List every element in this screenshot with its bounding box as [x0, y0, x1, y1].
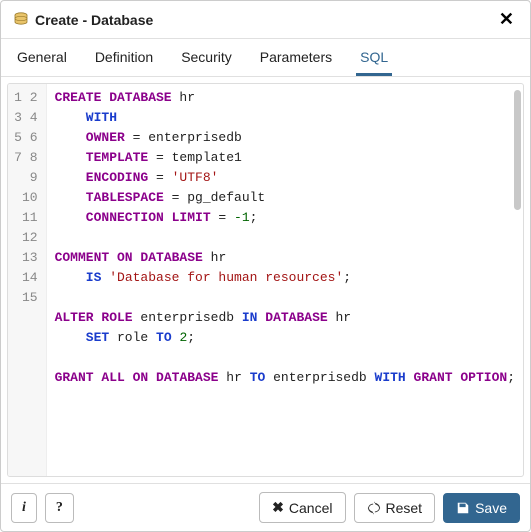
save-label: Save [475, 500, 507, 516]
editor-wrap: 1 2 3 4 5 6 7 8 9 10 11 12 13 14 15 CREA… [1, 77, 530, 483]
cancel-button[interactable]: ✖ Cancel [259, 492, 345, 523]
titlebar: Create - Database ✕ [1, 1, 530, 39]
recycle-icon [367, 501, 381, 515]
close-icon: ✕ [499, 9, 514, 29]
create-database-dialog: Create - Database ✕ General Definition S… [0, 0, 531, 532]
help-icon: ? [56, 500, 63, 516]
save-button[interactable]: Save [443, 493, 520, 523]
code-area[interactable]: CREATE DATABASE hr WITH OWNER = enterpri… [47, 84, 523, 476]
help-button[interactable]: ? [45, 493, 74, 523]
tab-definition[interactable]: Definition [91, 39, 157, 76]
info-icon: i [22, 500, 26, 516]
footer-bar: i ? ✖ Cancel Reset Save [1, 483, 530, 531]
tab-parameters[interactable]: Parameters [256, 39, 336, 76]
tabs: General Definition Security Parameters S… [1, 39, 530, 77]
dialog-title: Create - Database [35, 12, 495, 28]
tab-general[interactable]: General [13, 39, 71, 76]
line-gutter: 1 2 3 4 5 6 7 8 9 10 11 12 13 14 15 [8, 84, 47, 476]
database-icon [13, 12, 29, 28]
scrollbar-thumb[interactable] [514, 90, 521, 210]
tab-security[interactable]: Security [177, 39, 236, 76]
reset-button[interactable]: Reset [354, 493, 436, 523]
reset-label: Reset [386, 500, 423, 516]
info-button[interactable]: i [11, 493, 37, 523]
cancel-label: Cancel [289, 500, 333, 516]
tab-sql[interactable]: SQL [356, 39, 392, 76]
save-icon [456, 501, 470, 515]
close-button[interactable]: ✕ [495, 9, 518, 30]
x-icon: ✖ [272, 499, 284, 516]
sql-editor[interactable]: 1 2 3 4 5 6 7 8 9 10 11 12 13 14 15 CREA… [7, 83, 524, 477]
